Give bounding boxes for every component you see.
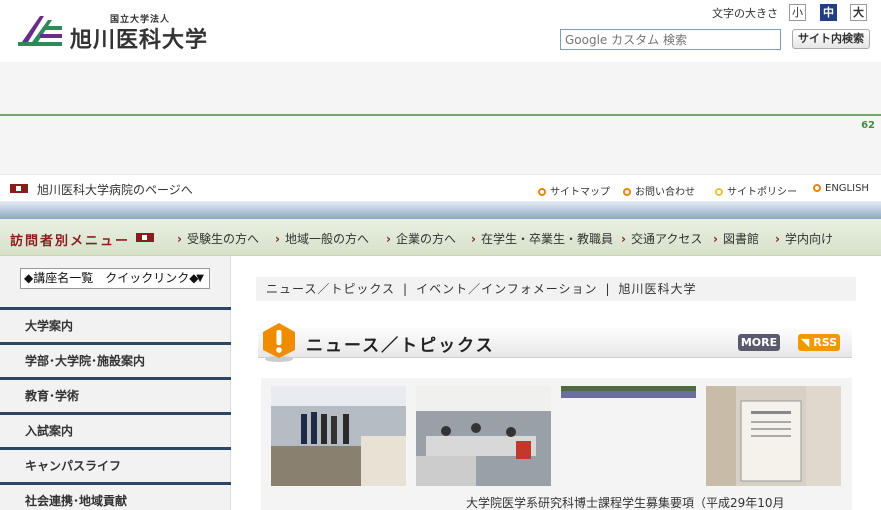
hospital-page-link[interactable]: 旭川医科大学病院のページへ bbox=[37, 181, 193, 198]
visitor-link-library[interactable]: 図書館 bbox=[713, 230, 759, 247]
english-link[interactable]: ENGLISH bbox=[813, 183, 869, 194]
bullet-icon bbox=[813, 184, 821, 192]
site-search-button[interactable]: サイト内検索 bbox=[792, 29, 870, 49]
news-item-title[interactable]: 大学院医学系研究科博士課程学生募集要項（平成29年10月 bbox=[466, 494, 785, 510]
logo-name: 旭川医科大学 bbox=[70, 28, 209, 53]
bullet-icon bbox=[623, 188, 631, 196]
rss-button[interactable]: ◥ RSS bbox=[798, 334, 840, 351]
site-header: 国立大学法人 旭川医科大学 文字の大きさ 小 中 大 サイト内検索 bbox=[0, 0, 881, 62]
more-button[interactable]: MORE bbox=[738, 334, 780, 351]
site-policy-link[interactable]: サイトポリシー bbox=[715, 183, 797, 198]
breadcrumb: ニュース／トピックス | イベント／インフォメーション | 旭川医科大学 bbox=[256, 277, 856, 301]
hospital-flag-icon bbox=[10, 184, 28, 193]
sidebar-item-community[interactable]: 社会連携･地域貢献 bbox=[0, 485, 231, 510]
sidebar-item-about[interactable]: 大学案内 bbox=[0, 310, 231, 342]
rss-icon: ◥ bbox=[800, 336, 810, 349]
font-size-medium-button[interactable]: 中 bbox=[820, 4, 837, 21]
visitor-link-access[interactable]: 交通アクセス bbox=[621, 230, 702, 247]
sidebar-item-campus-life[interactable]: キャンパスライフ bbox=[0, 450, 231, 482]
exclamation-icon bbox=[263, 323, 295, 362]
visitor-link-companies[interactable]: 企業の方へ bbox=[386, 230, 456, 247]
site-search-input[interactable] bbox=[560, 29, 781, 50]
contact-link[interactable]: お問い合わせ bbox=[623, 183, 695, 198]
visitor-link-applicants[interactable]: 受験生の方へ bbox=[177, 230, 259, 247]
banner-area-bottom bbox=[0, 116, 881, 174]
visitor-flag-icon bbox=[136, 233, 154, 242]
news-photo-flowers[interactable] bbox=[561, 386, 696, 398]
font-size-small-button[interactable]: 小 bbox=[789, 4, 806, 21]
news-photo-meeting[interactable] bbox=[416, 386, 551, 486]
news-photo-strip bbox=[261, 378, 852, 510]
banner-counter: 62 bbox=[861, 120, 875, 131]
visitor-link-public[interactable]: 地域一般の方へ bbox=[275, 230, 369, 247]
breadcrumb-events[interactable]: イベント／インフォメーション bbox=[416, 282, 597, 296]
breadcrumb-home[interactable]: 旭川医科大学 bbox=[619, 282, 697, 296]
hospital-bar: 旭川医科大学病院のページへ サイトマップ お問い合わせ サイトポリシー ENGL… bbox=[0, 174, 881, 201]
breadcrumb-news[interactable]: ニュース／トピックス bbox=[266, 282, 395, 296]
news-photo-ceremony[interactable] bbox=[271, 386, 406, 486]
news-list-item[interactable]: 大学院医学系研究科博士課程学生募集要項（平成29年10月 bbox=[261, 496, 852, 510]
bullet-icon bbox=[715, 188, 723, 196]
visitor-menu-title: 訪問者別メニュー bbox=[10, 234, 131, 249]
decorative-stripe bbox=[0, 201, 881, 219]
visitor-menu: 訪問者別メニュー 受験生の方へ 地域一般の方へ 企業の方へ 在学生・卒業生・教職… bbox=[0, 219, 881, 256]
news-section-title: ニュース／トピックス bbox=[306, 336, 495, 356]
sidebar-item-admissions[interactable]: 入試案内 bbox=[0, 415, 231, 447]
font-size-label: 文字の大きさ bbox=[712, 7, 778, 20]
news-photo-certificate[interactable] bbox=[706, 386, 841, 486]
visitor-link-students[interactable]: 在学生・卒業生・教職員 bbox=[471, 230, 613, 247]
university-logo[interactable]: 国立大学法人 旭川医科大学 bbox=[18, 10, 218, 53]
sidebar-item-faculties[interactable]: 学部･大学院･施設案内 bbox=[0, 345, 231, 377]
dropdown-arrow-icon: ▼ bbox=[196, 273, 204, 284]
sidebar: ◆講座名一覧 クイックリンク◆ ▼ 大学案内 学部･大学院･施設案内 教育･学術… bbox=[0, 256, 231, 510]
logo-mark-icon bbox=[18, 16, 62, 46]
sitemap-link[interactable]: サイトマップ bbox=[538, 183, 610, 198]
banner-area-top bbox=[0, 62, 881, 114]
main-content: ニュース／トピックス | イベント／インフォメーション | 旭川医科大学 ニュース／トピ… bbox=[231, 256, 881, 510]
quick-link-select[interactable]: ◆講座名一覧 クイックリンク◆ ▼ bbox=[20, 268, 210, 289]
visitor-link-internal[interactable]: 学内向け bbox=[775, 230, 833, 247]
sidebar-item-education[interactable]: 教育･学術 bbox=[0, 380, 231, 412]
font-size-large-button[interactable]: 大 bbox=[850, 4, 867, 21]
bullet-icon bbox=[538, 188, 546, 196]
